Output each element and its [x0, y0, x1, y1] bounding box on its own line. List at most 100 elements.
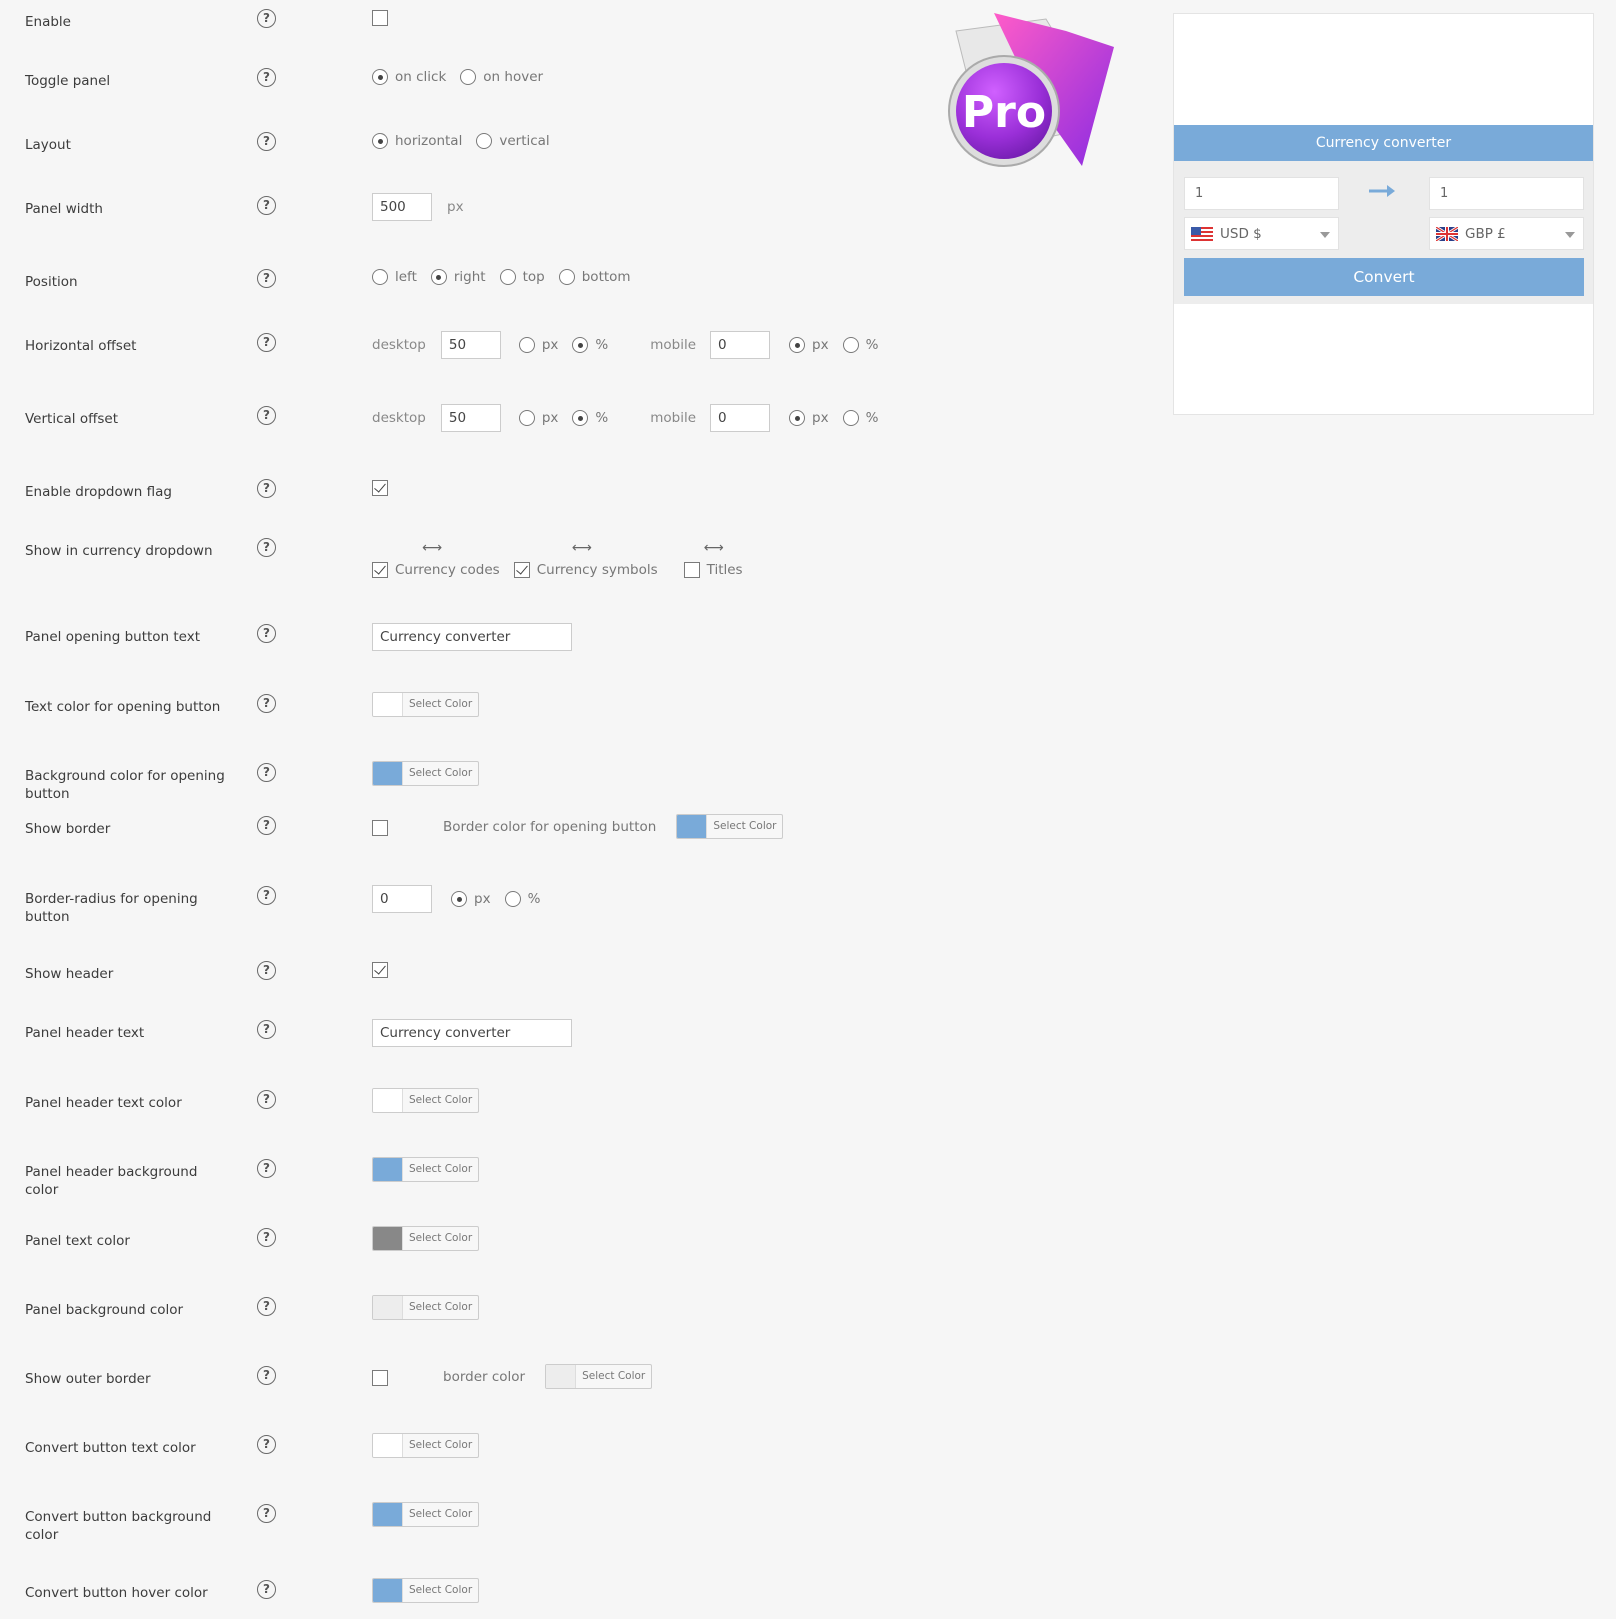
- select-color-button[interactable]: Select Color: [372, 1157, 480, 1182]
- help-icon[interactable]: ?: [257, 1504, 276, 1523]
- select-color-button[interactable]: Select Color: [372, 1226, 480, 1251]
- radio-left[interactable]: [372, 269, 388, 285]
- border-radius-percent-radio[interactable]: [504, 891, 521, 907]
- radio-on-click[interactable]: [372, 69, 388, 85]
- outer-border-checkbox[interactable]: [372, 1369, 388, 1386]
- v-offset-mobile-input[interactable]: 0: [710, 404, 771, 432]
- border-color-label: Border color for opening button: [443, 818, 657, 835]
- help-icon[interactable]: ?: [257, 479, 276, 498]
- currency-symbols-checkbox[interactable]: [513, 562, 530, 578]
- pro-logo: Pro: [946, 11, 1118, 171]
- help-icon[interactable]: ?: [257, 269, 276, 288]
- dropdown-flag-checkbox[interactable]: [372, 480, 388, 496]
- select-color-button[interactable]: Select Color: [372, 1295, 480, 1320]
- h-desktop-px-radio[interactable]: [518, 337, 535, 353]
- radio-left-label: left: [395, 269, 417, 285]
- h-desktop-px-label: px: [541, 337, 559, 353]
- select-color-label: Select Color: [409, 698, 473, 710]
- radio-bottom[interactable]: [558, 269, 575, 285]
- v-offset-desktop-input[interactable]: 50: [440, 404, 501, 432]
- radio-right-label: right: [453, 269, 486, 285]
- desktop-label: desktop: [372, 410, 426, 426]
- currency-codes-label: Currency codes: [395, 562, 500, 578]
- header-text-input[interactable]: Currency converter: [372, 1019, 572, 1047]
- radio-vertical[interactable]: [476, 133, 493, 149]
- open-btn-text-input[interactable]: Currency converter: [372, 623, 572, 651]
- select-color-button[interactable]: Select Color: [372, 692, 480, 717]
- h-desktop-percent-radio[interactable]: [572, 337, 589, 353]
- currency-codes-checkbox[interactable]: [372, 562, 388, 578]
- select-color-button[interactable]: Select Color: [372, 761, 480, 786]
- help-icon[interactable]: ?: [257, 406, 276, 425]
- h-offset-desktop-input[interactable]: 50: [440, 331, 501, 359]
- border-radius-input[interactable]: 0: [372, 885, 432, 913]
- help-icon[interactable]: ?: [257, 1228, 276, 1247]
- color-swatch: [373, 1089, 403, 1112]
- help-icon[interactable]: ?: [257, 1297, 276, 1316]
- select-color-button[interactable]: Select Color: [372, 1088, 480, 1113]
- help-icon[interactable]: ?: [257, 886, 276, 905]
- arrow-right-icon: [1367, 181, 1397, 201]
- to-currency-select[interactable]: GBP £: [1429, 217, 1584, 250]
- radio-right[interactable]: [430, 269, 447, 285]
- help-icon[interactable]: ?: [257, 624, 276, 643]
- show-border-checkbox[interactable]: [372, 819, 388, 836]
- drag-handle-icon[interactable]: ⟷: [572, 540, 592, 556]
- panel-width-input[interactable]: 500: [372, 193, 432, 221]
- help-icon[interactable]: ?: [257, 763, 276, 782]
- help-icon[interactable]: ?: [257, 333, 276, 352]
- border-radius-px-radio[interactable]: [451, 891, 467, 907]
- dropdown-flag-label: Enable dropdown flag: [25, 484, 172, 500]
- help-icon[interactable]: ?: [257, 132, 276, 151]
- color-swatch: [546, 1365, 577, 1388]
- radio-on-click-label: on click: [395, 69, 447, 85]
- open-btn-text-label: Panel opening button text: [25, 629, 201, 645]
- help-icon[interactable]: ?: [257, 1090, 276, 1109]
- radio-top[interactable]: [499, 269, 516, 285]
- v-mobile-percent-radio[interactable]: [842, 410, 859, 426]
- select-color-button[interactable]: Select Color: [372, 1502, 480, 1527]
- preview-header: Currency converter: [1174, 125, 1593, 161]
- help-icon[interactable]: ?: [257, 538, 276, 557]
- drag-handle-icon[interactable]: ⟷: [422, 540, 442, 556]
- from-amount-input[interactable]: 1: [1184, 177, 1339, 210]
- v-mobile-px-radio[interactable]: [789, 410, 806, 426]
- h-offset-mobile-input[interactable]: 0: [710, 331, 771, 359]
- radio-horizontal[interactable]: [372, 133, 388, 149]
- show-header-checkbox[interactable]: [372, 962, 388, 978]
- show-border-label: Show border: [25, 821, 111, 837]
- select-color-button[interactable]: Select Color: [372, 1578, 480, 1603]
- h-mobile-px-label: px: [812, 337, 829, 353]
- help-icon[interactable]: ?: [257, 196, 276, 215]
- radio-on-hover[interactable]: [460, 69, 477, 85]
- help-icon[interactable]: ?: [257, 1366, 276, 1385]
- drag-handle-icon[interactable]: ⟷: [704, 540, 724, 556]
- help-icon[interactable]: ?: [257, 1435, 276, 1454]
- titles-checkbox[interactable]: [683, 562, 700, 578]
- help-icon[interactable]: ?: [257, 816, 276, 835]
- help-icon[interactable]: ?: [257, 1020, 276, 1039]
- help-icon[interactable]: ?: [257, 1580, 276, 1599]
- help-icon[interactable]: ?: [257, 1159, 276, 1178]
- convert-button[interactable]: Convert: [1184, 258, 1584, 296]
- v-desktop-px-radio[interactable]: [518, 410, 535, 426]
- help-icon[interactable]: ?: [257, 961, 276, 980]
- select-color-button[interactable]: Select Color: [372, 1433, 480, 1458]
- color-swatch: [373, 1296, 403, 1319]
- help-icon[interactable]: ?: [257, 9, 276, 28]
- enable-checkbox[interactable]: [372, 10, 388, 26]
- border-radius-label: Border-radius for opening button: [25, 891, 198, 925]
- from-currency-select[interactable]: USD $: [1184, 217, 1339, 250]
- radio-top-label: top: [522, 269, 545, 285]
- to-amount-input[interactable]: 1: [1429, 177, 1584, 210]
- help-icon[interactable]: ?: [257, 694, 276, 713]
- select-color-button[interactable]: Select Color: [545, 1364, 653, 1389]
- h-mobile-percent-radio[interactable]: [842, 337, 859, 353]
- v-desktop-percent-radio[interactable]: [572, 410, 589, 426]
- horizontal-offset-label: Horizontal offset: [25, 338, 137, 354]
- select-color-button[interactable]: Select Color: [676, 814, 784, 839]
- v-desktop-percent-label: %: [595, 410, 609, 426]
- color-swatch: [373, 762, 403, 785]
- h-mobile-px-radio[interactable]: [789, 337, 806, 353]
- help-icon[interactable]: ?: [257, 68, 276, 87]
